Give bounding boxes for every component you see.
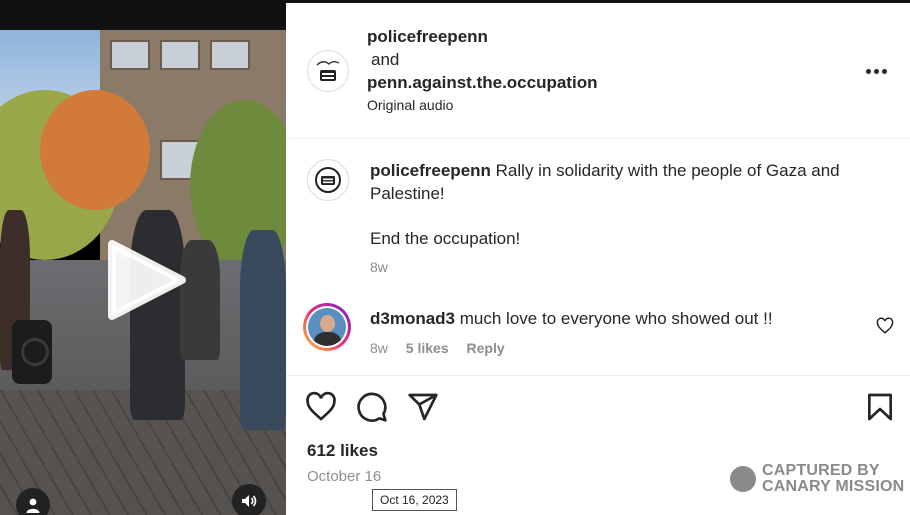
bookmark-icon[interactable] [864,391,896,423]
watermark-line-2: CANARY MISSION [762,478,905,495]
author-link-2[interactable]: penn.against.the.occupation [367,71,597,94]
comment-meta: 8w 5 likes Reply [370,340,519,356]
watermark-line-1: CAPTURED BY [762,462,880,479]
caption-body: policefreepenn Rally in solidarity with … [370,159,870,279]
sound-icon [242,495,257,507]
caption-timestamp[interactable]: 8w [370,256,870,279]
video-top-strip [0,0,286,30]
comment-text: much love to everyone who showed out !! [459,309,773,328]
caption-avatar[interactable] [307,159,349,201]
audio-link[interactable]: Original audio [367,94,597,116]
tagged-users-button[interactable] [16,488,50,515]
watermark: CAPTURED BY CANARY MISSION [730,463,904,495]
comment-body: d3monad3 much love to everyone who showe… [370,307,850,330]
post-header: policefreepenn and penn.against.the.occu… [286,3,910,139]
post-panel: policefreepenn and penn.against.the.occu… [286,0,910,515]
more-options-icon[interactable] [860,59,892,83]
comment-likes[interactable]: 5 likes [406,340,449,356]
caption-text-2: End the occupation! [370,229,521,248]
collab-avatar[interactable] [307,50,349,92]
group-logo-icon [315,167,341,193]
date-tooltip: Oct 16, 2023 [372,489,457,511]
mute-toggle-button[interactable] [232,484,266,515]
author-link-1[interactable]: policefreepenn [367,25,597,48]
avatar[interactable] [303,303,351,351]
watermark-logo-icon [730,466,756,492]
comment-icon[interactable] [356,391,388,423]
post-date[interactable]: October 16 [307,468,381,485]
post-authors: policefreepenn and penn.against.the.occu… [367,25,597,116]
video-player[interactable] [0,0,286,515]
action-bar [286,375,910,435]
user-icon [26,498,40,513]
play-icon [108,240,186,320]
author-joiner: and [371,50,400,69]
heart-icon[interactable] [305,391,337,423]
likes-count[interactable]: 612 likes [307,441,378,461]
comment-username[interactable]: d3monad3 [370,309,455,328]
share-icon[interactable] [407,391,439,423]
play-button[interactable] [106,240,186,320]
caption-username[interactable]: policefreepenn [370,161,491,180]
group-logo-icon [316,61,340,81]
comment-like-heart-icon[interactable] [876,317,894,335]
reply-button[interactable]: Reply [467,340,505,356]
comment-timestamp[interactable]: 8w [370,340,388,356]
